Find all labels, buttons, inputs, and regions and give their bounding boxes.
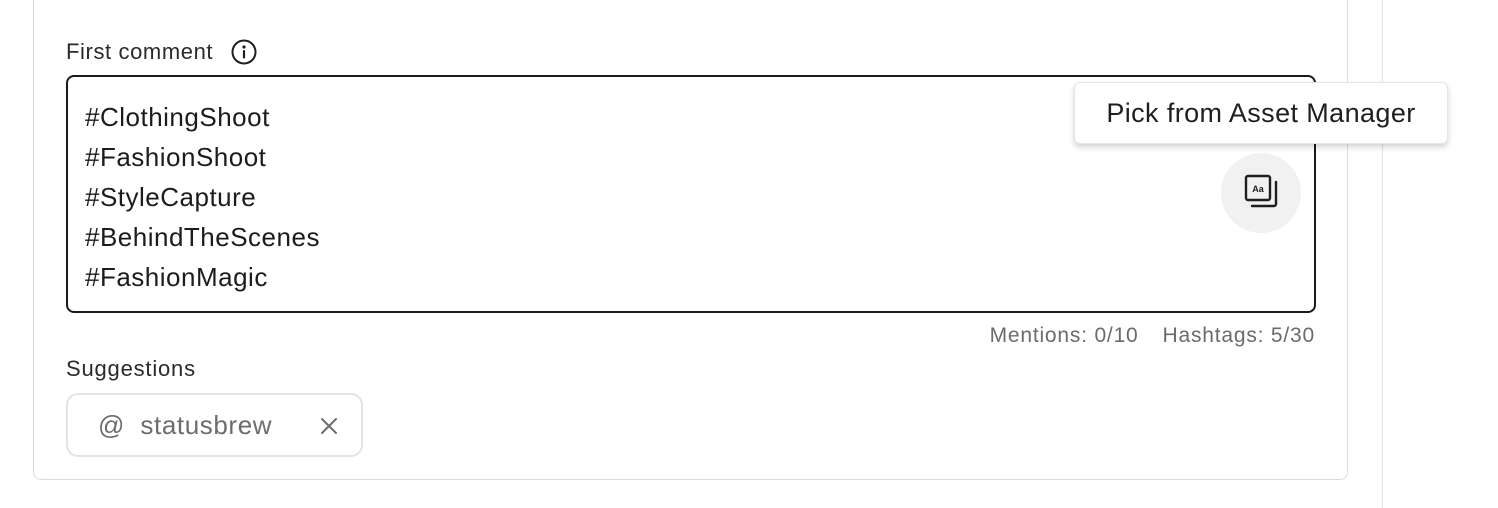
- comment-line: #ClothingShoot: [85, 102, 270, 132]
- comment-line: #FashionMagic: [85, 262, 268, 292]
- first-comment-panel: First comment #ClothingShoot #FashionSho…: [0, 0, 1498, 508]
- suggestions-label: Suggestions: [66, 356, 196, 381]
- close-icon[interactable]: [319, 416, 339, 436]
- mentions-counter: Mentions: 0/10: [989, 324, 1139, 347]
- comment-line: #StyleCapture: [85, 182, 257, 212]
- right-divider: [1382, 0, 1383, 508]
- comment-line: #FashionShoot: [85, 142, 267, 172]
- asset-manager-button[interactable]: Aa: [1221, 153, 1301, 233]
- suggestion-chip-label: statusbrew: [140, 409, 273, 440]
- first-comment-label-row: First comment: [66, 38, 257, 66]
- counters: Mentions: 0/10 Hashtags: 5/30: [990, 324, 1315, 348]
- asset-library-icon: Aa: [1243, 173, 1279, 214]
- hashtags-counter: Hashtags: 5/30: [1162, 324, 1315, 347]
- first-comment-label: First comment: [66, 39, 214, 64]
- asset-manager-tooltip: Pick from Asset Manager: [1074, 82, 1448, 144]
- first-comment-text[interactable]: #ClothingShoot #FashionShoot #StyleCaptu…: [85, 97, 320, 297]
- tooltip-text: Pick from Asset Manager: [1106, 97, 1416, 128]
- info-icon[interactable]: [231, 39, 257, 65]
- suggestion-chip[interactable]: @ statusbrew: [66, 393, 363, 457]
- at-icon: @: [98, 409, 125, 440]
- svg-text:Aa: Aa: [1252, 184, 1264, 194]
- comment-line: #BehindTheScenes: [85, 222, 320, 252]
